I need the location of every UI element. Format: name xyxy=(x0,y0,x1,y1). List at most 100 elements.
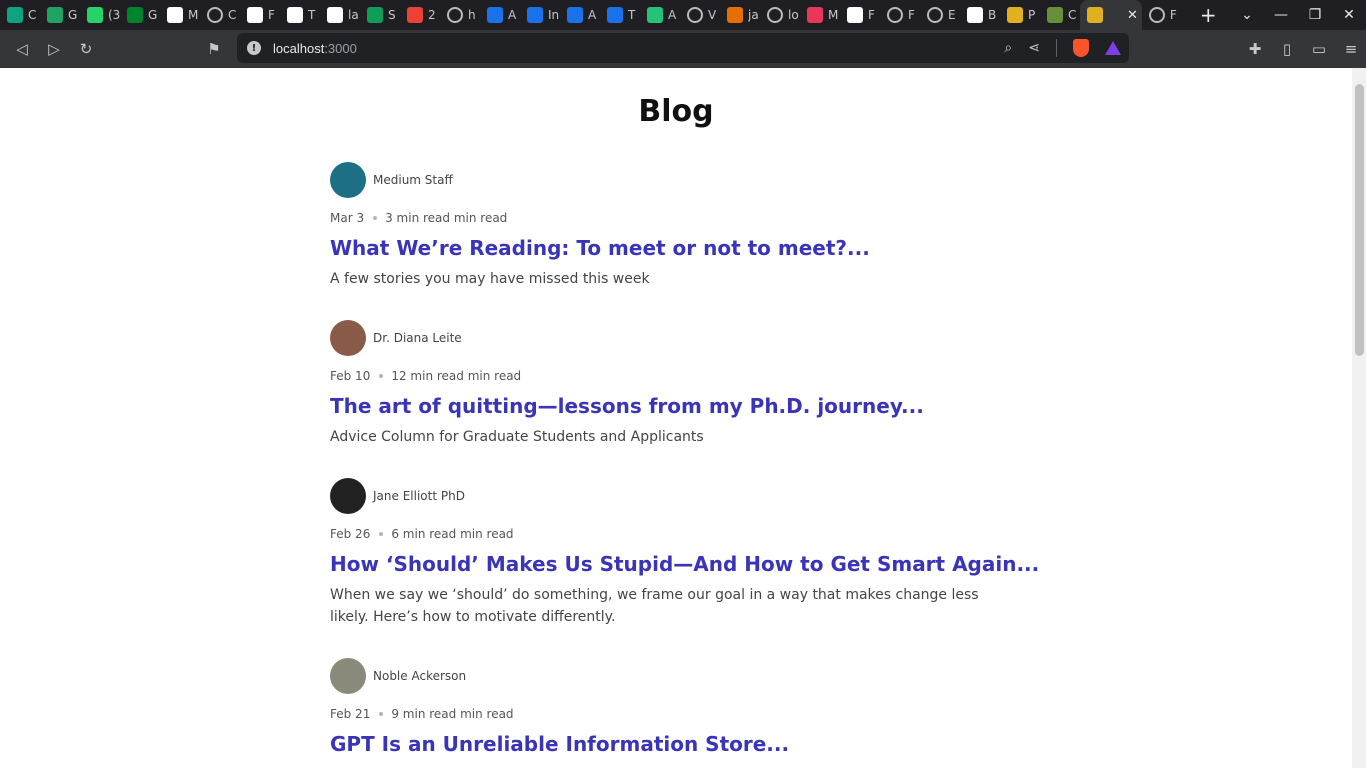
post-subtitle: A few stories you may have missed this w… xyxy=(330,271,650,287)
brave-rewards-icon[interactable] xyxy=(1105,41,1121,55)
minimize-icon[interactable]: — xyxy=(1264,7,1298,23)
browser-tab[interactable]: F xyxy=(840,0,880,30)
bookmark-icon[interactable]: ⚑ xyxy=(198,33,230,65)
whatsapp-icon xyxy=(87,7,103,23)
tab-search-icon[interactable]: ⌄ xyxy=(1230,7,1264,23)
chatgpt-icon xyxy=(7,7,23,23)
browser-tab[interactable]: V xyxy=(680,0,720,30)
dots-icon xyxy=(1087,7,1103,23)
zoom-icon[interactable]: ⌕ xyxy=(1004,40,1012,56)
tab-label: T xyxy=(628,8,636,22)
browser-tab[interactable]: C xyxy=(200,0,240,30)
scrollbar[interactable] xyxy=(1352,68,1366,768)
browser-tab[interactable]: A xyxy=(560,0,600,30)
browser-tab[interactable]: C xyxy=(1040,0,1080,30)
avatar[interactable] xyxy=(330,478,366,514)
address-bar-actions: ⌕ ⋖ xyxy=(1004,33,1121,63)
post-date: Mar 3 xyxy=(330,211,365,225)
reload-icon[interactable]: ↻ xyxy=(70,33,102,65)
java-icon xyxy=(727,7,743,23)
avatar[interactable] xyxy=(330,320,366,356)
browser-tab[interactable]: la xyxy=(320,0,360,30)
post-author[interactable]: Jane Elliott PhD xyxy=(330,478,1030,514)
site-info-icon[interactable]: ! xyxy=(247,41,261,55)
tab-label: A xyxy=(588,8,597,22)
browser-tab[interactable]: G xyxy=(120,0,160,30)
browser-tab[interactable]: A xyxy=(640,0,680,30)
tab-label: T xyxy=(308,8,316,22)
browser-tab[interactable]: 2 xyxy=(400,0,440,30)
tab-label: G xyxy=(148,8,158,22)
url-host: localhost xyxy=(273,40,325,56)
browser-tab[interactable]: F xyxy=(1142,0,1182,30)
post-author[interactable]: Medium Staff xyxy=(330,162,1030,198)
post-meta: Feb 26 6 min read min read xyxy=(330,526,1030,542)
post-title-link[interactable]: What We’re Reading: To meet or not to me… xyxy=(330,236,1030,260)
browser-tab[interactable]: h xyxy=(440,0,480,30)
browser-tab[interactable]: ✕ xyxy=(1080,0,1142,30)
post-author[interactable]: Dr. Diana Leite xyxy=(330,320,1030,356)
browser-tab[interactable]: G xyxy=(40,0,80,30)
post-author[interactable]: Noble Ackerson xyxy=(330,658,1030,694)
author-name[interactable]: Noble Ackerson xyxy=(373,669,466,683)
browser-tab[interactable]: A xyxy=(480,0,520,30)
close-window-icon[interactable]: ✕ xyxy=(1332,7,1366,23)
post-item: Noble Ackerson Feb 21 9 min read min read G… xyxy=(330,658,1030,764)
browser-tab[interactable]: In xyxy=(520,0,560,30)
read-time: 12 min read min read xyxy=(391,369,522,383)
new-tab-icon[interactable]: + xyxy=(1200,0,1217,30)
separator-dot xyxy=(373,216,378,220)
scrollbar-thumb[interactable] xyxy=(1355,84,1364,356)
slash-icon xyxy=(807,7,823,23)
tab-label: E xyxy=(948,8,956,22)
brave-shields-icon[interactable] xyxy=(1073,39,1089,57)
post-title-link[interactable]: How ‘Should’ Makes Us Stupid—And How to … xyxy=(330,552,1039,576)
forward-icon[interactable]: ▷ xyxy=(38,33,70,65)
address-bar[interactable]: ! localhost:3000 ⌕ ⋖ xyxy=(237,33,1129,63)
mountain-icon xyxy=(647,7,663,23)
page-title: Blog xyxy=(638,94,714,129)
browser-tab[interactable]: F xyxy=(880,0,920,30)
tab-label: C xyxy=(1068,8,1077,22)
menu-icon[interactable]: ≡ xyxy=(1342,40,1360,58)
browser-tab[interactable]: lo xyxy=(760,0,800,30)
wallet-icon[interactable]: ▭ xyxy=(1310,40,1328,58)
browser-tab[interactable]: S xyxy=(360,0,400,30)
window-controls: ⌄ — ❐ ✕ xyxy=(1230,0,1366,30)
browser-tab[interactable]: M xyxy=(160,0,200,30)
author-name[interactable]: Jane Elliott PhD xyxy=(373,489,465,503)
browser-tab[interactable]: C xyxy=(0,0,40,30)
post-title-link[interactable]: The art of quitting—lessons from my Ph.D… xyxy=(330,394,1030,418)
tab-label: la xyxy=(348,8,359,22)
browser-tab[interactable]: P xyxy=(1000,0,1040,30)
share-icon[interactable]: ⋖ xyxy=(1028,40,1040,56)
close-tab-icon[interactable]: ✕ xyxy=(1127,8,1138,23)
avatar[interactable] xyxy=(330,658,366,694)
browser-tab[interactable]: E xyxy=(920,0,960,30)
browser-tab[interactable]: B xyxy=(960,0,1000,30)
url-text[interactable]: localhost:3000 xyxy=(273,41,357,56)
post-title-link[interactable]: GPT Is an Unreliable Information Store..… xyxy=(330,732,1030,756)
tab-label: M xyxy=(828,8,839,22)
back-icon[interactable]: ◁ xyxy=(6,33,38,65)
restore-icon[interactable]: ❐ xyxy=(1298,7,1332,23)
browser-tab[interactable]: (3 xyxy=(80,0,120,30)
google-icon xyxy=(167,7,183,23)
sidebar-icon[interactable]: ▯ xyxy=(1278,40,1296,58)
author-name[interactable]: Medium Staff xyxy=(373,173,453,187)
browser-tab[interactable]: M xyxy=(800,0,840,30)
tab-label: F xyxy=(908,8,915,22)
author-name[interactable]: Dr. Diana Leite xyxy=(373,331,462,345)
browser-tab[interactable]: ja xyxy=(720,0,760,30)
browser-tab[interactable]: F xyxy=(240,0,280,30)
browser-tab[interactable]: T xyxy=(600,0,640,30)
avatar[interactable] xyxy=(330,162,366,198)
extensions-icon[interactable]: ✚ xyxy=(1246,40,1264,58)
browser-tab[interactable]: T xyxy=(280,0,320,30)
tab-label: lo xyxy=(788,8,799,22)
character-icon xyxy=(1047,7,1063,23)
tab-label: h xyxy=(468,8,476,22)
tab-label: A xyxy=(508,8,517,22)
post-meta: Feb 21 9 min read min read xyxy=(330,706,1030,722)
google-drive-icon xyxy=(47,7,63,23)
